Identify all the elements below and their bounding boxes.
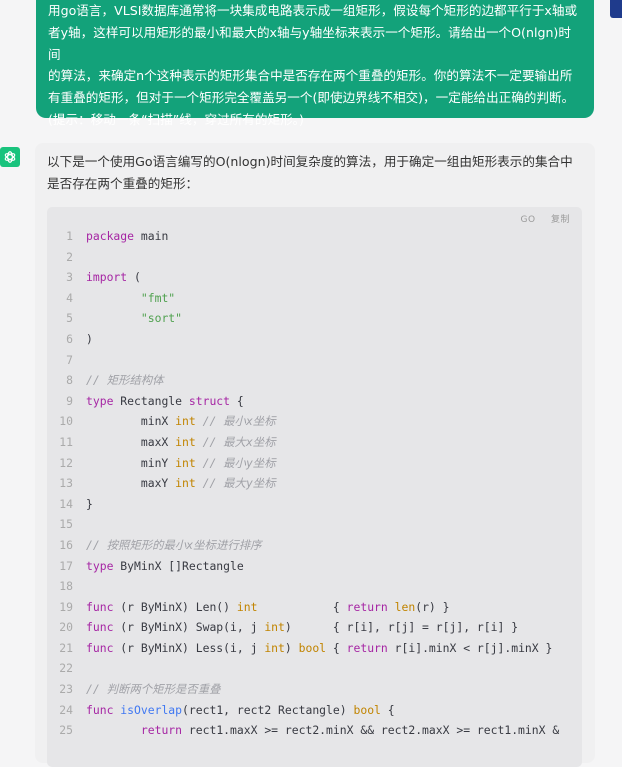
line-number: 1 [66, 229, 73, 243]
line-number: 8 [66, 373, 73, 388]
code-line: 6) [47, 329, 559, 350]
code-language-label: GO [520, 215, 536, 225]
user-avatar [610, 0, 622, 18]
line-number: 3 [66, 270, 73, 285]
code-actions: GO 复制 [509, 212, 570, 225]
code-line: 9 type Rectangle struct { [47, 391, 559, 412]
code-text: // 判断两个矩形是否重叠 [86, 682, 221, 697]
line-number: 17 [59, 558, 73, 573]
assistant-intro-line: 以下是一个使用Go语言编写的O(nlogn)时间复杂度的算法，用于确定一组由矩形… [47, 154, 573, 169]
code-text: // 按照矩形的最小x坐标进行排序 [86, 537, 262, 552]
assistant-intro: 以下是一个使用Go语言编写的O(nlogn)时间复杂度的算法，用于确定一组由矩形… [47, 151, 587, 195]
code-line: 10 minX int // 最小x坐标 [47, 411, 559, 432]
code-text: minY int // 最小y坐标 [86, 455, 276, 470]
assistant-intro-line: 是否存在两个重叠的矩形： [47, 176, 199, 191]
code-line: 15 [47, 514, 559, 535]
code-text: "sort" [140, 311, 183, 326]
code-line: 22 [47, 658, 559, 679]
line-number: 2 [66, 249, 73, 264]
line-number: 24 [59, 702, 73, 717]
line-number: 7 [66, 352, 73, 367]
line-number: 6 [66, 331, 73, 346]
code-text: "fmt" [140, 290, 176, 305]
user-message-bubble: 用go语言，VLSI数据库通常将一块集成电路表示成一组矩形，假设每个矩形的边都平… [36, 0, 594, 127]
user-message-line: 有重叠的矩形，但对于一个矩形完全覆盖另一个(即使边界线不相交)，一定能给出正确的… [48, 90, 575, 106]
copy-code-button[interactable]: 复制 [551, 215, 570, 225]
line-number: 23 [59, 682, 73, 697]
line-number: 16 [59, 537, 73, 552]
code-text: ) [86, 331, 93, 346]
code-text: func isOverlap(rect1, rect2 Rectangle) b… [86, 702, 395, 717]
code-line: 1 package main [47, 226, 559, 247]
line-number: 19 [59, 599, 73, 614]
code-text: package main [86, 229, 169, 243]
code-text: func (r ByMinX) Less(i, j int) bool { re… [86, 640, 553, 655]
code-text: func (r ByMinX) Len() int { return len(r… [86, 599, 450, 614]
code-line: 19 func (r ByMinX) Len() int { return len… [47, 597, 559, 618]
line-number: 11 [59, 434, 73, 449]
user-message-line: (提示：移动一条“扫描”线，穿过所有的矩形。) [48, 111, 304, 127]
line-number: 13 [59, 476, 73, 491]
assistant-avatar [0, 147, 20, 167]
code-text: import ( [86, 270, 141, 285]
code-line: 17 type ByMinX []Rectangle [47, 556, 559, 577]
code-line: 21 func (r ByMinX) Less(i, j int) bool { … [47, 638, 559, 659]
code-line: 11 maxX int // 最大x坐标 [47, 432, 559, 453]
code-line: 3 import ( [47, 267, 559, 288]
line-number: 9 [66, 393, 73, 408]
code-line: 24 func isOverlap(rect1, rect2 Rectangle)… [47, 700, 559, 721]
code-text: maxX int // 最大x坐标 [86, 434, 276, 449]
line-number: 10 [59, 414, 73, 429]
user-message-line: 者y轴，这样可以用矩形的最小和最大的x轴与y轴坐标来表示一个矩形。请给出一个O(… [48, 24, 571, 62]
code-line: 7 [47, 350, 559, 371]
line-number: 5 [66, 311, 73, 326]
code-text: // 矩形结构体 [86, 373, 164, 388]
line-number: 25 [59, 723, 73, 738]
line-number: 14 [59, 496, 73, 511]
line-number: 22 [59, 661, 73, 676]
code-line: 25 return rect1.maxX >= rect2.minX && re… [47, 720, 559, 741]
code-line: 2 [47, 247, 559, 268]
code-lines: 1 package main 2 3 import (4 "fmt" 5 "sort" 6)… [47, 226, 559, 741]
line-number: 21 [59, 640, 73, 655]
code-line: 5 "sort" [47, 308, 559, 329]
line-number: 18 [59, 579, 73, 594]
code-text: return rect1.maxX >= rect2.minX && rect2… [140, 723, 560, 738]
code-line: 23 // 判断两个矩形是否重叠 [47, 679, 559, 700]
line-number: 15 [59, 517, 73, 532]
code-text: type ByMinX []Rectangle [86, 558, 244, 573]
user-message-line: 用go语言，VLSI数据库通常将一块集成电路表示成一组矩形，假设每个矩形的边都平… [48, 3, 578, 18]
code-text: type Rectangle struct { [86, 393, 244, 408]
code-text: func (r ByMinX) Swap(i, j int) { r[i], r… [86, 620, 519, 635]
code-line: 18 [47, 576, 559, 597]
code-text: maxY int // 最大y坐标 [86, 476, 276, 491]
code-text: } [86, 496, 93, 511]
openai-icon [4, 151, 16, 163]
code-text: minX int // 最小x坐标 [86, 414, 276, 429]
code-line: 20 func (r ByMinX) Swap(i, j int) { r[i],… [47, 617, 559, 638]
user-message-line: 的算法，来确定n个这种表示的矩形集合中是否存在两个重叠的矩形。你的算法不一定要输… [48, 68, 573, 84]
code-line: 14} [47, 494, 559, 515]
code-line: 13 maxY int // 最大y坐标 [47, 473, 559, 494]
line-number: 12 [59, 455, 73, 470]
code-line: 4 "fmt" [47, 288, 559, 309]
code-line: 16 // 按照矩形的最小x坐标进行排序 [47, 535, 559, 556]
line-number: 20 [59, 620, 73, 635]
code-line: 12 minY int // 最小y坐标 [47, 453, 559, 474]
code-line: 8 // 矩形结构体 [47, 370, 559, 391]
line-number: 4 [66, 290, 73, 305]
code-block: GO 复制 1 package main 2 3 import (4 "fmt" 5 "s… [47, 207, 582, 767]
